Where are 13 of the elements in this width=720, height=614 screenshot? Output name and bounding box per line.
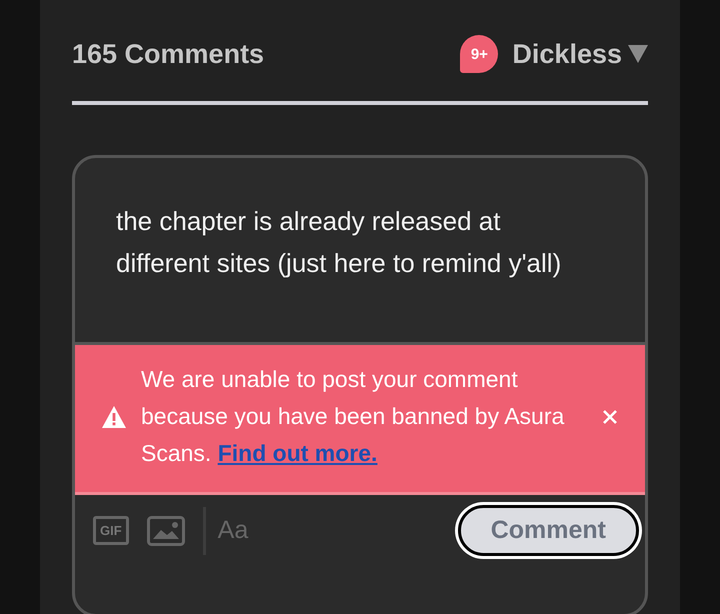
- notification-badge[interactable]: 9+: [460, 35, 498, 73]
- gif-button[interactable]: GIF: [93, 516, 129, 545]
- comment-count: 165 Comments: [72, 38, 264, 70]
- image-icon[interactable]: [146, 516, 185, 546]
- find-out-more-link[interactable]: Find out more.: [218, 440, 378, 466]
- caret-icon: [628, 45, 648, 63]
- comment-button[interactable]: Comment: [458, 505, 639, 556]
- close-icon: [603, 410, 617, 424]
- alert-message: We are unable to post your comment because you have been banned by Asura Scans. Find out more.: [141, 365, 566, 468]
- warning-icon: [101, 404, 127, 428]
- comment-editor[interactable]: the chapter is already released at different sites (just here to remind y'all) We are unable to post your comment because you have been banned by Asura Scans. Find out more. GIF Aa Comment: [72, 155, 648, 614]
- user-menu-button[interactable]: Dickless: [512, 38, 648, 70]
- format-button[interactable]: Aa: [218, 516, 248, 545]
